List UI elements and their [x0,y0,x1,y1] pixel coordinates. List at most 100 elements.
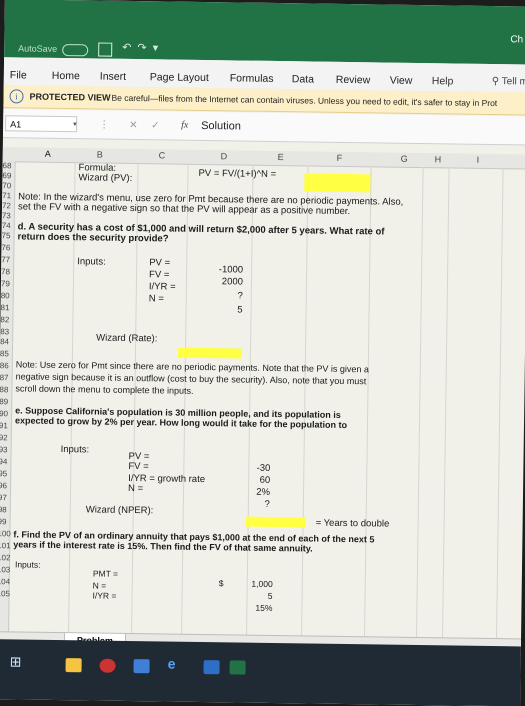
cell-b69[interactable]: Wizard (PV): [78,172,132,184]
row-number[interactable]: 101 [0,541,11,550]
column-header-f[interactable]: F [337,153,343,163]
row-number[interactable]: 90 [0,409,11,418]
row-number[interactable]: 95 [0,469,10,478]
tab-formulas[interactable]: Formulas [230,72,274,85]
cell-d79[interactable]: 2000 [197,276,243,287]
row-number[interactable]: 105 [0,589,10,598]
row-number[interactable]: 98 [0,505,10,514]
name-box[interactable]: A1 [5,115,78,133]
highlight-cell-nper[interactable] [245,516,306,528]
cell-d105[interactable]: 15% [232,602,272,613]
row-number[interactable]: 81 [1,303,13,312]
cell-d81[interactable]: 5 [197,304,242,315]
tab-review[interactable]: Review [336,74,371,86]
cell-c105[interactable]: I/YR = [93,590,117,600]
cell-c80[interactable]: I/YR = [149,281,176,292]
tab-page-layout[interactable]: Page Layout [150,71,209,84]
column-header-b[interactable]: B [97,149,103,159]
cell-e98[interactable]: = Years to double [316,518,390,530]
row-number[interactable]: 71 [2,191,14,200]
mail-icon[interactable] [203,660,220,675]
enter-icon[interactable]: ✓ [151,120,160,131]
row-number[interactable]: 69 [2,171,14,180]
row-number[interactable]: 68 [3,161,15,170]
row-number[interactable]: 76 [1,243,13,252]
cell-b78[interactable]: Inputs: [77,256,106,267]
row-number[interactable]: 102 [0,553,11,562]
tab-data[interactable]: Data [292,73,314,85]
column-header-c[interactable]: C [159,150,166,160]
autosave-toggle[interactable] [62,44,89,57]
row-number[interactable]: 73 [2,211,14,220]
tab-file[interactable]: File [10,69,27,81]
browser-icon[interactable] [99,658,116,673]
row-number[interactable]: 100 [0,529,11,538]
row-number[interactable]: 77 [1,255,13,264]
row-number[interactable]: 79 [1,279,13,288]
insert-function-icon[interactable]: fx [181,120,188,131]
row-number[interactable]: 78 [1,267,13,276]
excel-taskbar-icon[interactable] [229,660,246,675]
row-number[interactable]: 72 [2,201,14,210]
cell-c78[interactable]: PV = [149,257,170,268]
store-icon[interactable] [133,659,150,674]
cell-c104[interactable]: N = [93,580,107,590]
cell-a102[interactable]: Inputs: [15,559,41,569]
row-number[interactable]: 85 [0,349,12,358]
row-number[interactable]: 99 [0,517,10,526]
column-header-g[interactable]: G [401,154,408,164]
cell-d104[interactable]: 5 [233,590,273,601]
row-number[interactable]: 74 [2,221,14,230]
cell-d94[interactable]: 60 [230,474,271,486]
tell-me-search[interactable]: ⚲ Tell me [492,76,525,88]
windows-start-icon[interactable]: ⊞ [10,653,26,669]
cell-b97[interactable]: Wizard (NPER): [86,504,154,516]
tab-home[interactable]: Home [52,70,80,82]
cell-d95[interactable]: 2% [230,486,270,498]
row-number[interactable]: 93 [0,445,11,454]
highlight-cell-pv[interactable] [304,173,371,193]
row-number[interactable]: 84 [0,337,12,346]
row-number[interactable]: 75 [2,231,14,240]
row-number[interactable]: 83 [0,327,12,336]
tab-view[interactable]: View [390,75,413,87]
cell-b82[interactable]: Wizard (Rate): [96,333,157,345]
row-number[interactable]: 92 [0,433,11,442]
cell-d93[interactable]: -30 [230,462,271,474]
cell-c93[interactable]: FV = [128,461,148,472]
column-header-d[interactable]: D [221,151,228,161]
row-number[interactable]: 97 [0,493,10,502]
worksheet-grid[interactable]: 68 69 70 71 72 73 74 75 76 77 78 79 80 8… [0,161,525,639]
cell-d80[interactable]: ? [197,290,242,301]
cell-d68[interactable]: PV = FV/(1+I)^N = [198,168,276,180]
cancel-icon[interactable]: ✕ [129,120,138,131]
edge-icon[interactable]: e [168,656,184,672]
row-number[interactable]: 96 [0,481,10,490]
column-header-a[interactable]: A [45,149,51,159]
column-header-e[interactable]: E [278,152,284,162]
cell-b91[interactable]: Inputs: [61,444,90,455]
chevron-down-icon[interactable]: ▾ [73,120,77,128]
row-number[interactable]: 70 [2,181,14,190]
row-number[interactable]: 104 [0,577,10,586]
cell-d96[interactable]: ? [230,498,269,510]
cell-d103[interactable]: 1,000 [233,578,272,589]
column-header-i[interactable]: I [477,155,480,165]
tab-insert[interactable]: Insert [100,71,126,83]
row-number[interactable]: 88 [0,385,12,394]
formula-input[interactable]: Solution [201,120,241,133]
cell-c95[interactable]: N = [128,483,143,494]
file-explorer-icon[interactable] [65,658,82,673]
column-header-h[interactable]: H [435,154,442,164]
row-number[interactable]: 86 [0,361,12,370]
save-icon[interactable] [98,42,113,57]
cell-c81[interactable]: N = [149,293,164,304]
row-number[interactable]: 82 [0,315,12,324]
cell-d78[interactable]: -1000 [197,264,243,275]
undo-redo-icon[interactable]: ↶↷▾ [122,41,164,55]
highlight-cell-rate[interactable] [177,347,243,359]
cell-a86[interactable]: scroll down the menu to complete the inp… [15,383,193,395]
cell-c103[interactable]: PMT = [93,568,118,578]
row-number[interactable]: 94 [0,457,10,466]
row-number[interactable]: 87 [0,373,12,382]
